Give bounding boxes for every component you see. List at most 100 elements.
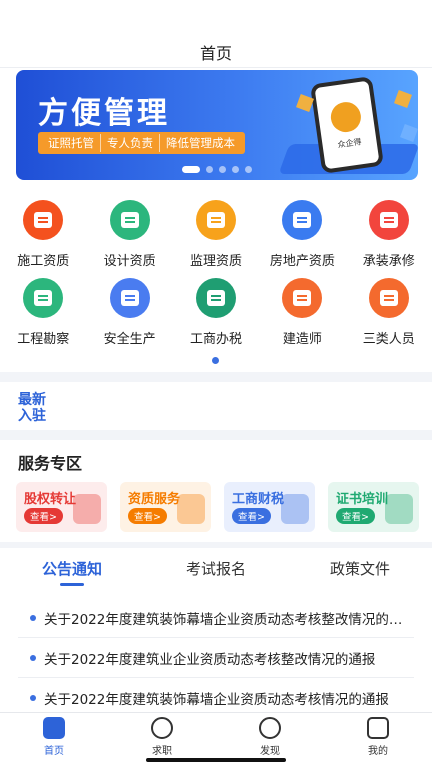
phone-logo-text: 众企得 <box>337 137 363 150</box>
list-item[interactable]: 关于2022年度建筑装饰幕墙企业资质动态考核情况的通报 <box>18 678 414 712</box>
pagination-dot[interactable] <box>182 166 200 173</box>
document-icon <box>23 200 64 240</box>
category-label: 工程勘察 <box>17 332 70 347</box>
view-button[interactable]: 查看> <box>24 508 63 524</box>
top-bar: 首页 <box>0 0 432 68</box>
category-safety-production[interactable]: 安全生产 <box>86 278 172 347</box>
notices-section: 公告通知 考试报名 政策文件 关于2022年度建筑装饰幕墙企业资质动态考核整改情… <box>0 548 432 712</box>
home-icon <box>43 717 65 739</box>
book-icon <box>385 494 413 524</box>
bullet-icon <box>30 654 36 661</box>
category-constructor[interactable]: 建造师 <box>259 278 345 347</box>
star-shield-icon <box>281 494 309 524</box>
cube-decoration-icon <box>400 124 418 142</box>
building-icon <box>282 200 323 240</box>
survey-icon <box>23 278 64 318</box>
nav-label: 求职 <box>152 746 172 757</box>
pagination-dot[interactable] <box>206 166 213 173</box>
banner-chip: 证照托管 <box>42 134 101 152</box>
banner-container: 方便管理 证照托管 专人负责 降低管理成本 众企得 <box>0 68 432 186</box>
category-label: 监理资质 <box>189 254 242 269</box>
tax-icon <box>195 278 236 318</box>
category-grid: 施工资质 设计资质 监理资质 房地产资质 承装承修 工程勘察 安全生产 工商办税… <box>0 186 432 372</box>
page-title: 首页 <box>199 44 232 63</box>
category-label: 设计资质 <box>103 254 156 269</box>
tab-policy-documents[interactable]: 政策文件 <box>288 558 432 588</box>
category-engineering-survey[interactable]: 工程勘察 <box>0 278 86 347</box>
tab-exam-registration[interactable]: 考试报名 <box>144 558 288 588</box>
category-label: 房地产资质 <box>269 254 335 269</box>
news-tag: 最新入驻 <box>18 392 46 424</box>
category-real-estate-qualification[interactable]: 房地产资质 <box>259 200 345 269</box>
category-label: 安全生产 <box>103 332 156 347</box>
pagination-dot[interactable] <box>245 166 252 173</box>
tab-label: 考试报名 <box>185 560 246 578</box>
category-row: 工程勘察 安全生产 工商办税 建造师 三类人员 <box>0 278 432 347</box>
service-card-name: 股权转让 <box>24 492 77 507</box>
category-three-types-personnel[interactable]: 三类人员 <box>346 278 432 347</box>
phone-illustration: 众企得 <box>310 76 384 174</box>
list-item[interactable]: 关于2022年度建筑装饰幕墙企业资质动态考核整改情况的通知 <box>18 598 414 638</box>
service-zone: 服务专区 股权转让 查看> 资质服务 查看> 工商财税 查看> 证书培训 查看> <box>0 440 432 542</box>
document-stack-icon <box>177 494 205 524</box>
banner-chip: 专人负责 <box>101 134 160 152</box>
tab-announcements[interactable]: 公告通知 <box>0 558 144 588</box>
notice-list: 关于2022年度建筑装饰幕墙企业资质动态考核整改情况的通知 关于2022年度建筑… <box>18 598 414 712</box>
service-cards: 股权转让 查看> 资质服务 查看> 工商财税 查看> 证书培训 查看> <box>16 482 419 532</box>
cube-decoration-icon <box>394 90 412 108</box>
list-item[interactable]: 关于2022年度建筑业企业资质动态考核整改情况的通报 <box>18 638 414 678</box>
notice-tabs: 公告通知 考试报名 政策文件 <box>0 558 432 588</box>
service-card-business-tax[interactable]: 工商财税 查看> <box>224 482 315 532</box>
pagination-dot[interactable] <box>219 166 226 173</box>
category-installation-repair[interactable]: 承装承修 <box>346 200 432 269</box>
bullet-icon <box>30 694 36 701</box>
category-label: 承装承修 <box>362 254 415 269</box>
notice-title: 关于2022年度建筑业企业资质动态考核整改情况的通报 <box>44 651 376 668</box>
pagination-dot[interactable] <box>232 166 239 173</box>
service-card-name: 工商财税 <box>232 492 285 507</box>
tab-label: 政策文件 <box>329 560 390 578</box>
paint-roller-icon <box>368 200 409 240</box>
category-supervision-qualification[interactable]: 监理资质 <box>173 200 259 269</box>
category-design-qualification[interactable]: 设计资质 <box>86 200 172 269</box>
bullet-icon <box>30 614 36 621</box>
home-indicator[interactable] <box>146 758 286 762</box>
user-icon <box>367 717 389 739</box>
nav-mine[interactable]: 我的 <box>324 713 432 768</box>
nav-home[interactable]: 首页 <box>0 713 108 768</box>
grid-page-indicator <box>212 357 219 364</box>
grid-icon <box>282 278 323 318</box>
category-business-tax[interactable]: 工商办税 <box>173 278 259 347</box>
company-logo-icon <box>328 100 363 135</box>
banner-headline: 方便管理 <box>38 96 170 131</box>
news-ticker[interactable]: 最新入驻 <box>0 382 432 430</box>
banner-chips: 证照托管 专人负责 降低管理成本 <box>38 132 245 154</box>
notice-title: 关于2022年度建筑装饰幕墙企业资质动态考核整改情况的通知 <box>44 611 414 628</box>
category-construction-qualification[interactable]: 施工资质 <box>0 200 86 269</box>
atom-icon <box>73 494 101 524</box>
nav-label: 发现 <box>260 746 280 757</box>
nav-label: 首页 <box>44 746 64 757</box>
nav-label: 我的 <box>368 746 388 757</box>
service-card-certificate-training[interactable]: 证书培训 查看> <box>328 482 419 532</box>
service-card-name: 资质服务 <box>128 492 181 507</box>
service-card-equity-transfer[interactable]: 股权转让 查看> <box>16 482 107 532</box>
monitor-icon <box>195 200 236 240</box>
category-label: 建造师 <box>282 332 322 347</box>
promo-banner[interactable]: 方便管理 证照托管 专人负责 降低管理成本 众企得 <box>16 70 418 180</box>
service-zone-title: 服务专区 <box>18 454 83 473</box>
view-button[interactable]: 查看> <box>128 508 167 524</box>
category-label: 施工资质 <box>17 254 70 269</box>
view-button[interactable]: 查看> <box>232 508 271 524</box>
category-row: 施工资质 设计资质 监理资质 房地产资质 承装承修 <box>0 200 432 269</box>
banner-chip: 降低管理成本 <box>166 136 235 150</box>
service-card-name: 证书培训 <box>336 492 389 507</box>
tab-label: 公告通知 <box>41 560 102 578</box>
category-label: 三类人员 <box>362 332 415 347</box>
category-label: 工商办税 <box>189 332 242 347</box>
shield-icon <box>109 278 150 318</box>
eye-icon <box>259 717 281 739</box>
active-tab-indicator <box>60 583 84 586</box>
service-card-qualification[interactable]: 资质服务 查看> <box>120 482 211 532</box>
view-button[interactable]: 查看> <box>336 508 375 524</box>
